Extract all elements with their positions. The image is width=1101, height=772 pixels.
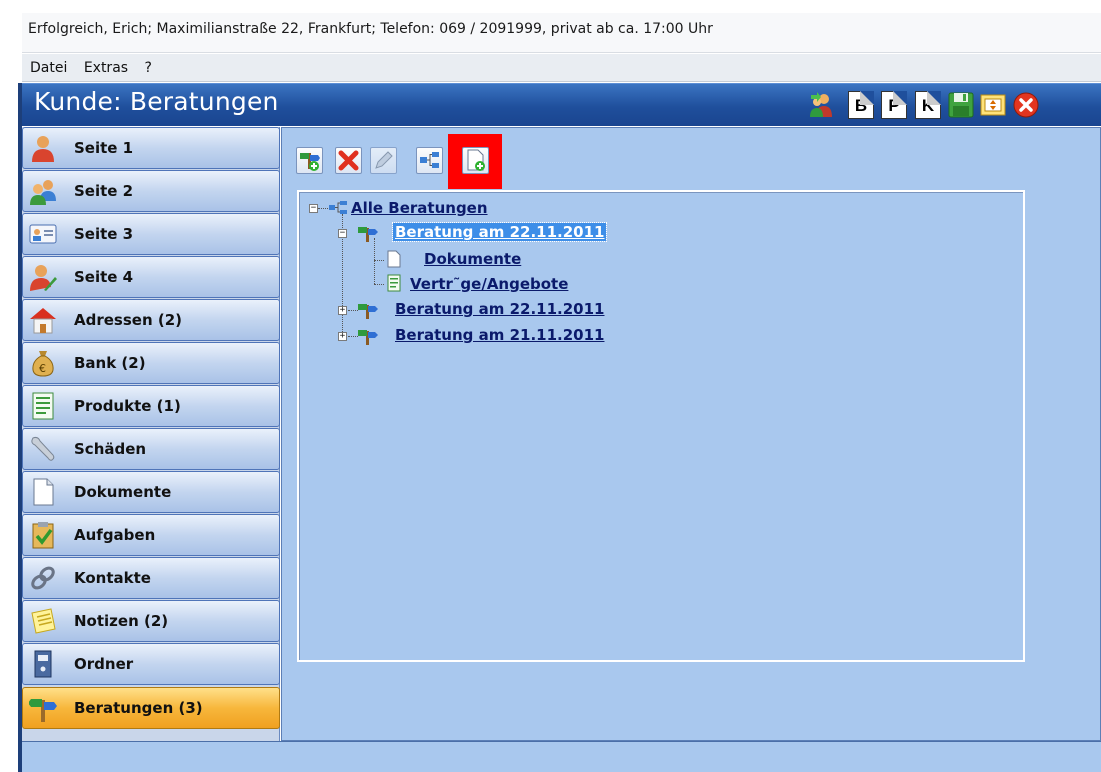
consultation-tree [297, 190, 1025, 662]
sidebar-item-aufgaben[interactable]: Aufgaben [22, 514, 280, 556]
sidebar-item-bank[interactable]: € Bank (2) [22, 342, 280, 384]
close-icon[interactable] [1012, 91, 1039, 119]
tree-node-beratung[interactable]: Beratung am 22.11.2011 [391, 222, 608, 242]
b-document-icon[interactable]: B [848, 91, 874, 119]
sidebar-item-kontakte[interactable]: Kontakte [22, 557, 280, 599]
edit-button[interactable] [370, 147, 397, 174]
tree-view-button[interactable] [416, 147, 443, 174]
page-header: Kunde: Beratungen B P K [22, 83, 1101, 126]
sidebar-item-beratungen[interactable]: Beratungen (3) [22, 687, 280, 729]
sidebar-item-label: Ordner [74, 655, 134, 673]
status-bar [22, 741, 1101, 772]
add-consultation-button[interactable] [296, 147, 323, 174]
tree-line [374, 260, 384, 261]
expand-toggle[interactable]: + [338, 332, 347, 341]
sidebar-item-label: Bank (2) [74, 354, 146, 372]
person-icon [29, 134, 57, 162]
tree-structure-icon [328, 200, 348, 220]
delete-button[interactable] [335, 147, 362, 174]
tree-line [318, 208, 328, 209]
sidebar-item-label: Adressen (2) [74, 311, 182, 329]
signpost-icon [357, 301, 379, 323]
sidebar-item-seite-3[interactable]: Seite 3 [22, 213, 280, 255]
signpost-icon [28, 694, 57, 722]
expand-toggle[interactable]: + [338, 306, 347, 315]
window-title: Erfolgreich, Erich; Maximilianstraße 22,… [22, 13, 1101, 53]
contract-icon [29, 392, 57, 420]
binder-icon [29, 650, 57, 678]
menu-help[interactable]: ? [145, 60, 152, 76]
wrench-icon [29, 435, 57, 463]
sidebar-item-seite-1[interactable]: Seite 1 [22, 127, 280, 169]
document-icon [386, 250, 402, 272]
sidebar-item-label: Seite 2 [74, 182, 134, 200]
tree-node-vertraege[interactable]: Vertr˜ge/Angebote [410, 275, 568, 293]
contract-icon [386, 274, 402, 296]
sidebar-item-label: Dokumente [74, 483, 172, 501]
tree-structure-icon [420, 152, 439, 168]
sidebar-item-schaeden[interactable]: Schäden [22, 428, 280, 470]
save-icon[interactable] [948, 91, 974, 119]
sidebar-item-label: Seite 1 [74, 139, 134, 157]
tree-line [374, 284, 384, 285]
link-icon [29, 564, 57, 592]
clipboard-check-icon [29, 521, 57, 549]
sidebar-item-seite-2[interactable]: Seite 2 [22, 170, 280, 212]
sidebar-item-label: Beratungen (3) [74, 699, 203, 717]
sidebar-item-label: Seite 4 [74, 268, 134, 286]
fit-window-icon[interactable] [979, 91, 1006, 119]
application-window: Erfolgreich, Erich; Maximilianstraße 22,… [0, 0, 1101, 772]
collapse-toggle[interactable]: − [338, 229, 347, 238]
sidebar-item-seite-4[interactable]: Seite 4 [22, 256, 280, 298]
sidebar-item-adressen[interactable]: Adressen (2) [22, 299, 280, 341]
page-title: Kunde: Beratungen [34, 87, 279, 116]
tree-node-beratung[interactable]: Beratung am 21.11.2011 [395, 326, 604, 344]
sidebar-item-label: Seite 3 [74, 225, 134, 243]
menu-extras[interactable]: Extras [84, 60, 128, 76]
svg-text:€: € [39, 362, 46, 375]
house-icon [29, 306, 57, 334]
tree-root[interactable]: Alle Beratungen [351, 199, 488, 217]
signpost-icon [357, 224, 379, 246]
add-icon [300, 153, 320, 171]
notes-icon [29, 607, 57, 635]
sidebar-item-label: Kontakte [74, 569, 151, 587]
pencil-icon [375, 151, 393, 169]
signpost-icon [357, 327, 379, 349]
money-bag-icon: € [29, 349, 57, 377]
person-edit-icon [29, 263, 57, 291]
menu-datei[interactable]: Datei [30, 60, 67, 76]
new-document-button[interactable] [462, 147, 489, 174]
menu-bar: Datei Extras ? [22, 54, 1101, 82]
contacts-icon[interactable] [808, 91, 834, 119]
k-document-icon[interactable]: K [915, 91, 941, 119]
p-document-icon[interactable]: P [881, 91, 907, 119]
sidebar-item-produkte[interactable]: Produkte (1) [22, 385, 280, 427]
sidebar-item-label: Notizen (2) [74, 612, 169, 630]
delete-icon [338, 150, 359, 171]
sidebar-item-dokumente[interactable]: Dokumente [22, 471, 280, 513]
sidebar-item-ordner[interactable]: Ordner [22, 643, 280, 685]
collapse-toggle[interactable]: − [309, 204, 318, 213]
sidebar-item-label: Aufgaben [74, 526, 156, 544]
people-icon [29, 177, 57, 205]
sidebar-item-notizen[interactable]: Notizen (2) [22, 600, 280, 642]
sidebar: Seite 1 Seite 2 Seite 3 Seite 4 Adressen… [22, 127, 280, 745]
document-icon [29, 478, 57, 506]
sidebar-item-label: Schäden [74, 440, 147, 458]
new-document-icon [467, 149, 485, 171]
id-card-icon [29, 220, 57, 248]
tree-node-beratung[interactable]: Beratung am 22.11.2011 [395, 300, 604, 318]
sidebar-item-label: Produkte (1) [74, 397, 181, 415]
tree-node-dokumente[interactable]: Dokumente [424, 250, 521, 268]
